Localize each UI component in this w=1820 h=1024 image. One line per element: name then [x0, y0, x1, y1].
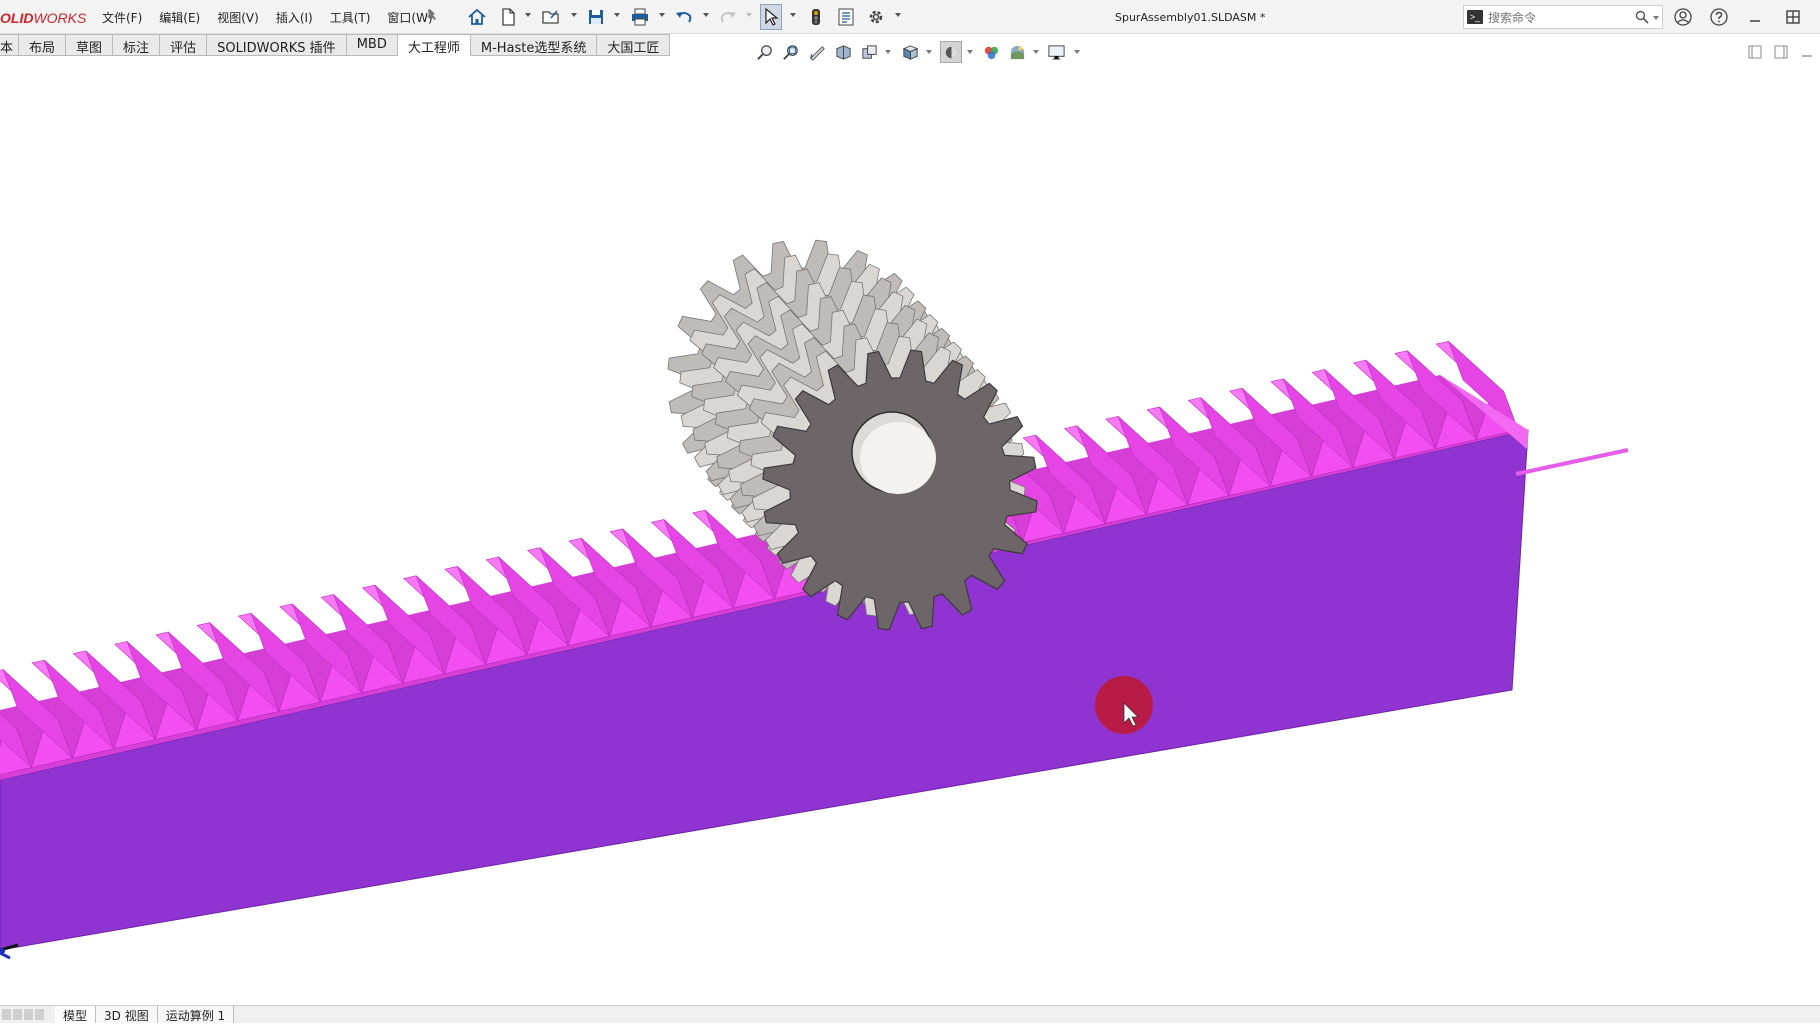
pin-icon[interactable]	[425, 8, 439, 25]
search-input[interactable]	[1488, 9, 1628, 26]
help-icon[interactable]	[1708, 6, 1730, 28]
document-title: SpurAssembly01.SLDASM *	[1115, 11, 1266, 24]
minimize-icon[interactable]	[1744, 6, 1766, 28]
model-viewport-canvas[interactable]	[0, 60, 1820, 1005]
tab-solidworks-addins[interactable]: SOLIDWORKS 插件	[207, 34, 347, 56]
save-icon[interactable]	[585, 6, 607, 28]
menu-view[interactable]: 视图(V)	[217, 9, 259, 26]
search-box[interactable]: >_	[1463, 5, 1663, 29]
tab-partial[interactable]: 本	[0, 34, 20, 56]
solidworks-logo[interactable]: OLIDWORKS	[0, 10, 86, 26]
redo-icon	[717, 6, 739, 28]
view-settings-dropdown-icon[interactable]	[1074, 50, 1080, 54]
account-icon[interactable]	[1672, 6, 1694, 28]
home-icon[interactable]	[466, 6, 488, 28]
graphics-area[interactable]	[0, 60, 1820, 1005]
bottom-tab-bar: 模型 3D 视图 运动算例 1	[0, 1005, 1820, 1023]
tab-markup[interactable]: 标注	[113, 34, 161, 56]
bottom-tab-motion-study[interactable]: 运动算例 1	[157, 1006, 235, 1023]
select-dropdown-icon[interactable]	[790, 13, 796, 17]
open-dropdown-icon[interactable]	[571, 13, 577, 17]
new-document-icon[interactable]	[497, 6, 519, 28]
view-dropdown-icon[interactable]	[885, 50, 891, 54]
mouse-cursor-marker	[1095, 676, 1153, 734]
save-dropdown-icon[interactable]	[614, 13, 620, 17]
orientation-dropdown-icon[interactable]	[926, 50, 932, 54]
tab-mbd[interactable]: MBD	[346, 34, 398, 56]
file-properties-icon[interactable]	[835, 6, 857, 28]
search-dropdown-icon[interactable]	[1653, 16, 1659, 20]
bottom-tab-3d-views[interactable]: 3D 视图	[96, 1006, 158, 1023]
collapse-right-panel-icon[interactable]	[1774, 45, 1788, 59]
maximize-restore-icon[interactable]	[1782, 6, 1804, 28]
tab-scroll-arrows[interactable]	[2, 1009, 44, 1020]
tab-layout[interactable]: 布局	[19, 34, 67, 56]
menu-edit[interactable]: 编辑(E)	[159, 9, 200, 26]
bottom-tab-model[interactable]: 模型	[55, 1006, 97, 1023]
scene-dropdown-icon[interactable]	[1033, 50, 1039, 54]
tab-evaluate[interactable]: 评估	[160, 34, 208, 56]
menu-insert[interactable]: 插入(I)	[276, 9, 313, 26]
tab-sketch[interactable]: 草图	[66, 34, 114, 56]
undo-dropdown-icon[interactable]	[703, 13, 709, 17]
collapse-left-panel-icon[interactable]	[1748, 45, 1762, 59]
title-bar: OLIDWORKS 文件(F) 编辑(E) 视图(V) 插入(I) 工具(T) …	[0, 0, 1820, 34]
redo-dropdown-icon	[746, 13, 752, 17]
rebuild-traffic-light-icon[interactable]	[805, 6, 827, 28]
menu-tools[interactable]: 工具(T)	[330, 9, 371, 26]
display-style-dropdown-icon[interactable]	[967, 50, 973, 54]
menu-file[interactable]: 文件(F)	[102, 9, 142, 26]
new-dropdown-icon[interactable]	[525, 13, 531, 17]
print-dropdown-icon[interactable]	[659, 13, 665, 17]
undo-icon[interactable]	[673, 6, 695, 28]
minimize-panel-icon[interactable]	[1800, 45, 1814, 59]
command-prompt-icon: >_	[1467, 10, 1483, 24]
tab-m-haste[interactable]: M-Haste选型系统	[470, 34, 598, 56]
options-gear-icon[interactable]	[865, 6, 887, 28]
menu-bar: 文件(F) 编辑(E) 视图(V) 插入(I) 工具(T) 窗口(W)	[102, 9, 450, 26]
open-folder-icon[interactable]	[540, 6, 562, 28]
rack-sketch-line	[1515, 448, 1629, 476]
options-dropdown-icon[interactable]	[895, 13, 901, 17]
gear-bore-inner	[860, 422, 936, 494]
search-icon[interactable]	[1635, 10, 1649, 29]
command-manager-tabs: 本 布局 草图 标注 评估 SOLIDWORKS 插件 MBD 大工程师 M-H…	[0, 34, 671, 56]
tab-big-engineer[interactable]: 大工程师	[397, 34, 471, 56]
tab-great-craftsman[interactable]: 大国工匠	[597, 34, 671, 56]
print-icon[interactable]	[629, 6, 651, 28]
select-pointer-icon[interactable]	[760, 4, 782, 30]
